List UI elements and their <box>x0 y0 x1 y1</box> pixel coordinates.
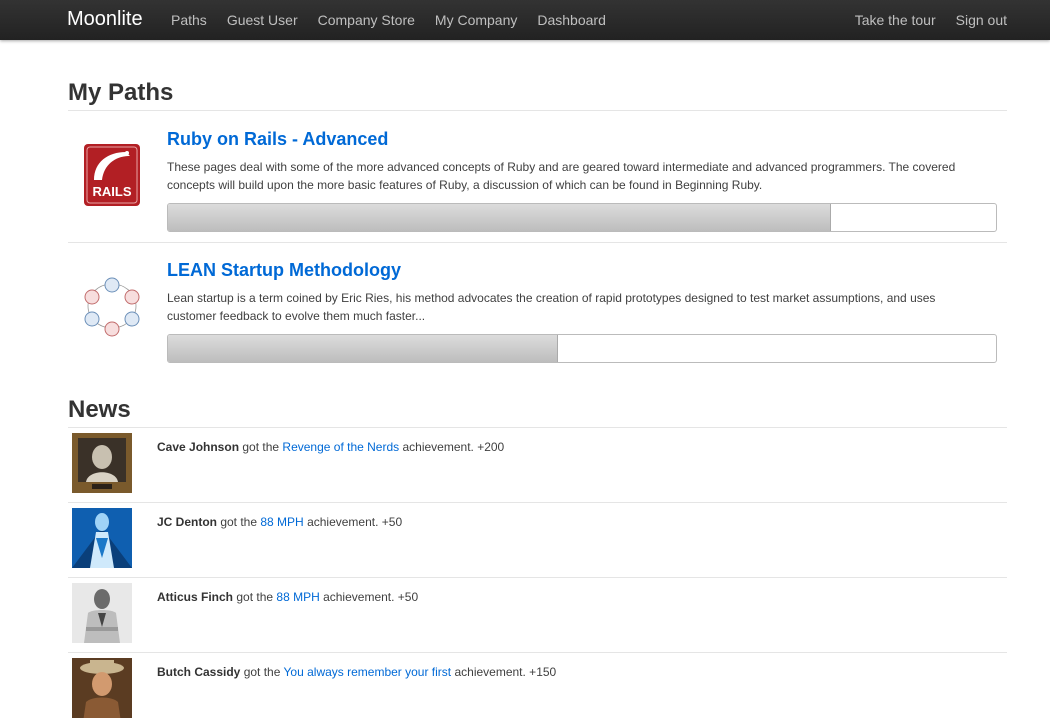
news-text: Butch Cassidy got the You always remembe… <box>157 665 557 679</box>
path-title-link[interactable]: Ruby on Rails - Advanced <box>167 129 388 150</box>
nav-paths[interactable]: Paths <box>161 0 217 40</box>
progress-bar <box>167 203 997 232</box>
rails-logo-text: RAILS <box>93 184 132 199</box>
achievement-link[interactable]: 88 MPH <box>276 590 319 604</box>
news-user[interactable]: Butch Cassidy <box>157 665 240 679</box>
path-title-link[interactable]: LEAN Startup Methodology <box>167 260 401 281</box>
news-user[interactable]: Cave Johnson <box>157 440 239 454</box>
nav-guest-user[interactable]: Guest User <box>217 0 308 40</box>
brand-logo[interactable]: Moonlite <box>67 8 143 31</box>
avatar[interactable] <box>72 508 132 568</box>
news-text: Cave Johnson got the Revenge of the Nerd… <box>157 440 505 454</box>
secondary-nav: Take the tour Sign out <box>835 0 1007 40</box>
news-text: JC Denton got the 88 MPH achievement. +5… <box>157 515 403 529</box>
news-text: Atticus Finch got the 88 MPH achievement… <box>157 590 419 604</box>
rails-logo-icon[interactable]: RAILS <box>80 142 144 208</box>
achievement-link[interactable]: Revenge of the Nerds <box>282 440 399 454</box>
nav-take-the-tour[interactable]: Take the tour <box>835 0 936 40</box>
news-item: JC Denton got the 88 MPH achievement. +5… <box>68 503 1007 578</box>
top-navbar: Moonlite Paths Guest User Company Store … <box>0 0 1050 40</box>
avatar[interactable] <box>72 433 132 493</box>
nav-sign-out[interactable]: Sign out <box>936 0 1007 40</box>
lean-cycle-diagram-icon[interactable] <box>80 273 144 339</box>
news-item: Atticus Finch got the 88 MPH achievement… <box>68 578 1007 653</box>
path-card-lean: LEAN Startup Methodology Lean startup is… <box>68 243 1007 373</box>
news-user[interactable]: Atticus Finch <box>157 590 233 604</box>
nav-dashboard[interactable]: Dashboard <box>527 0 616 40</box>
my-paths-heading: My Paths <box>68 78 1007 111</box>
progress-bar <box>167 334 997 363</box>
main-nav: Paths Guest User Company Store My Compan… <box>161 0 616 40</box>
progress-fill <box>168 335 559 362</box>
avatar[interactable] <box>72 583 132 643</box>
progress-fill <box>168 204 832 231</box>
news-heading: News <box>68 395 1007 428</box>
news-item: Cave Johnson got the Revenge of the Nerd… <box>68 428 1007 503</box>
nav-company-store[interactable]: Company Store <box>308 0 425 40</box>
path-description: Lean startup is a term coined by Eric Ri… <box>167 291 936 323</box>
achievement-link[interactable]: You always remember your first <box>284 665 452 679</box>
path-description: These pages deal with some of the more a… <box>167 160 956 192</box>
news-user[interactable]: JC Denton <box>157 515 217 529</box>
achievement-link[interactable]: 88 MPH <box>260 515 303 529</box>
news-item: Butch Cassidy got the You always remembe… <box>68 653 1007 727</box>
path-card-ruby: RAILS Ruby on Rails - Advanced These pag… <box>68 112 1007 243</box>
nav-my-company[interactable]: My Company <box>425 0 527 40</box>
avatar[interactable] <box>72 658 132 718</box>
